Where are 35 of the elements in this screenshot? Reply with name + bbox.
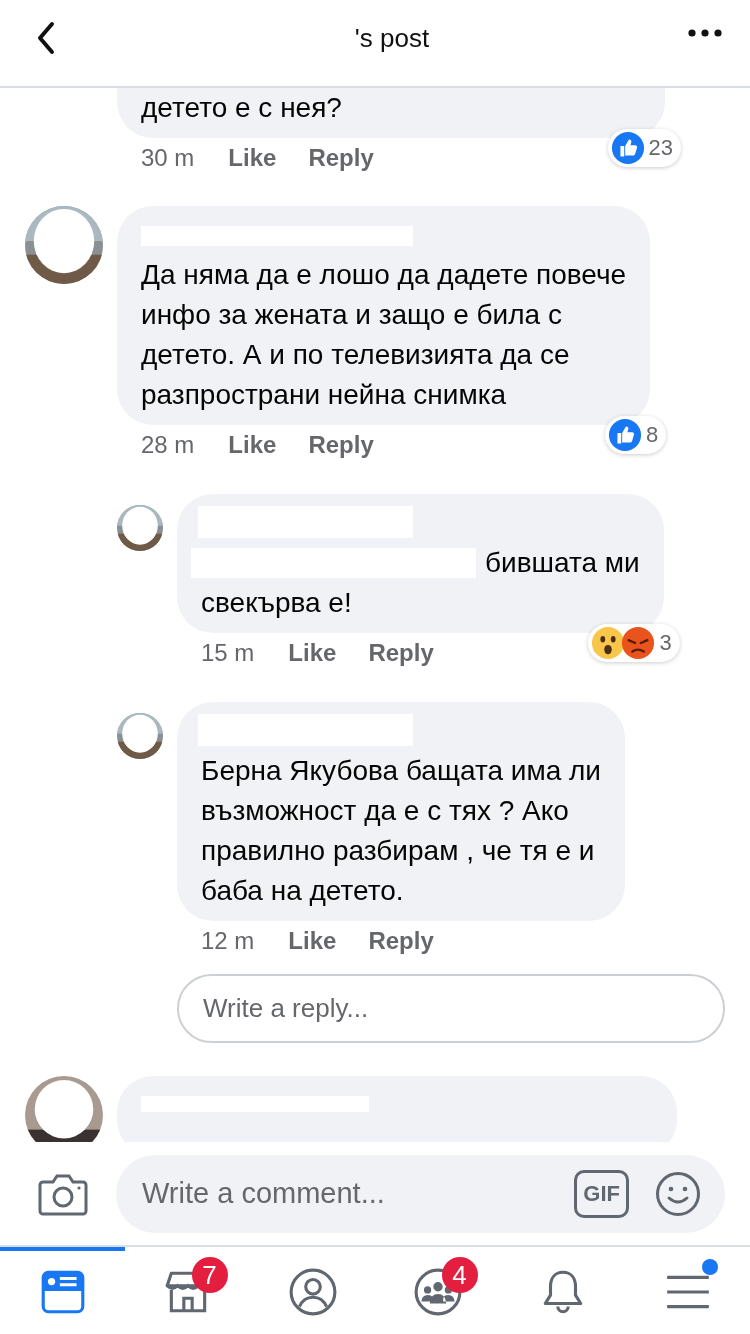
gif-button[interactable]: GIF <box>574 1169 629 1218</box>
like-link[interactable]: Like <box>288 639 337 667</box>
profile-icon <box>287 1267 338 1317</box>
reply-link[interactable]: Reply <box>308 144 374 172</box>
page-title: 's post <box>353 22 431 54</box>
reply-link[interactable]: Reply <box>368 639 434 667</box>
like-link[interactable]: Like <box>228 431 277 459</box>
like-link[interactable]: Like <box>288 927 337 955</box>
notification-badge: 7 <box>191 1257 228 1293</box>
reaction-count[interactable]: 3 <box>588 624 680 662</box>
reply-link[interactable]: Reply <box>368 927 434 955</box>
comment-time: 30 m <box>141 144 195 172</box>
angry-face-icon <box>621 626 656 660</box>
comment-time: 12 m <box>201 927 255 955</box>
comment-text: детето е с нея? <box>141 91 343 125</box>
more-icon[interactable] <box>688 29 722 37</box>
smiley-icon[interactable] <box>655 1170 701 1217</box>
like-link[interactable]: Like <box>228 144 277 172</box>
comment-time: 28 m <box>141 431 195 459</box>
comment-text: бившата ми свекърва е! <box>201 546 640 620</box>
comment-field[interactable]: Write a comment... GIF <box>116 1154 725 1233</box>
comment-time: 15 m <box>201 639 255 667</box>
reaction-count[interactable]: 23 <box>607 129 681 167</box>
thumbs-up-icon <box>610 131 645 165</box>
thumbs-up-icon <box>607 418 642 452</box>
comment-text: Да няма да е лошо да дадете повече инфо за жената и защо е била с детето. А и по телевизията да се разпространи нейна снимка <box>141 258 627 412</box>
surprised-face-icon <box>591 626 626 660</box>
reply-field[interactable]: Write a reply... <box>177 974 725 1043</box>
groups-tab[interactable]: 4 <box>375 1247 500 1334</box>
reply-link[interactable]: Reply <box>308 431 374 459</box>
reaction-count[interactable]: 8 <box>604 416 667 454</box>
back-icon[interactable] <box>36 21 56 55</box>
notification-badge: 4 <box>441 1257 478 1293</box>
shop-tab[interactable]: 7 <box>125 1247 250 1334</box>
comment-text: Берна Якубова бащата има ли възможност да е с тях ? Ако правилно разбирам , че тя е и баба на детето. <box>201 754 601 908</box>
